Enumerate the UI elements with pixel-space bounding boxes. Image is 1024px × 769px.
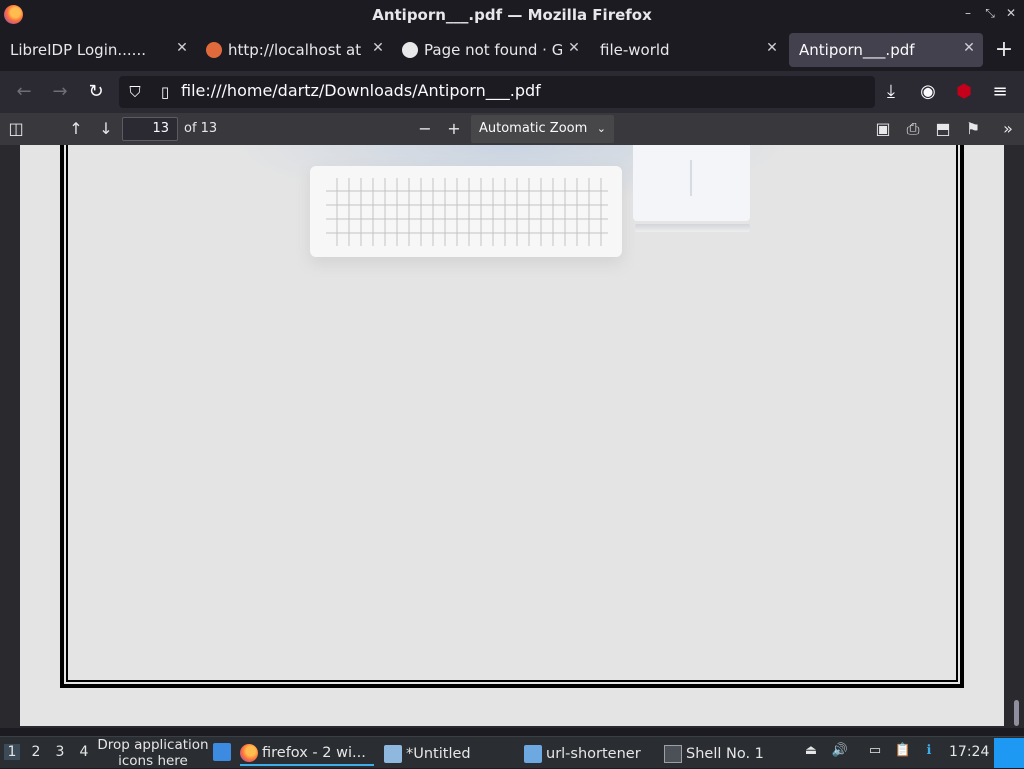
scrollbar-thumb[interactable] [1014, 700, 1019, 726]
tab-close-icon[interactable]: ✕ [961, 40, 977, 56]
tab-file-world[interactable]: file-world ✕ [590, 33, 786, 67]
close-window-button[interactable]: ✕ [1004, 6, 1018, 20]
page-icon[interactable]: ▯ [153, 80, 177, 104]
launcher-drop-zone[interactable]: Drop application icons here [96, 737, 210, 769]
task-firefox[interactable]: firefox - 2 wi... [240, 742, 374, 766]
page-count: of 13 [184, 121, 218, 136]
duckduckgo-icon [206, 42, 222, 58]
notification-icon[interactable]: ℹ [920, 743, 938, 761]
task-label: *Untitled [406, 746, 471, 762]
tab-page-not-found[interactable]: Page not found · G ✕ [392, 33, 588, 67]
page-border-inner [66, 145, 958, 682]
eject-icon[interactable]: ⏏ [802, 743, 820, 761]
previous-page-icon[interactable]: ↑ [64, 117, 88, 141]
presentation-mode-icon[interactable]: ▣ [871, 117, 895, 141]
ublock-icon[interactable]: ⬢ [952, 80, 976, 104]
tab-label: Page not found · G [424, 41, 562, 59]
zoom-in-button[interactable]: + [442, 117, 466, 141]
github-icon [402, 42, 418, 58]
clock[interactable]: 17:24 [949, 744, 989, 760]
chevron-down-icon: ⌄ [596, 122, 606, 135]
workspace-1[interactable]: 1 [4, 744, 20, 760]
bookmark-icon[interactable]: ⚑ [961, 117, 985, 141]
folder-icon [524, 745, 542, 763]
tab-localhost[interactable]: http://localhost at [ ✕ [196, 33, 392, 67]
forward-icon[interactable]: → [48, 80, 72, 104]
tab-antiporn-pdf[interactable]: Antiporn___.pdf ✕ [789, 33, 983, 67]
drop-hint-line2: icons here [118, 753, 188, 769]
sidebar-toggle-icon[interactable]: ◫ [4, 117, 28, 141]
zoom-select-value: Automatic Zoom [479, 121, 588, 136]
drop-hint-line1: Drop application [97, 737, 209, 753]
task-label: url-shortener [546, 746, 641, 762]
extension-icon[interactable]: ◉ [916, 80, 940, 104]
tab-label: Antiporn___.pdf [799, 41, 915, 59]
tab-libreidp[interactable]: LibreIDP Login...... ✕ [0, 33, 196, 67]
window-title: Antiporn___.pdf — Mozilla Firefox [372, 5, 652, 24]
title-bar: Antiporn___.pdf — Mozilla Firefox – ⤡ ✕ [0, 0, 1024, 29]
task-shell[interactable]: Shell No. 1 [664, 742, 784, 766]
tab-close-icon[interactable]: ✕ [566, 40, 582, 56]
zoom-out-button[interactable]: − [413, 117, 437, 141]
task-url-shortener[interactable]: url-shortener [524, 742, 654, 766]
clipboard-icon[interactable]: 📋 [894, 743, 912, 761]
zoom-select[interactable]: Automatic Zoom ⌄ [471, 115, 614, 143]
shield-icon[interactable]: ⛉ [123, 80, 147, 104]
workspace-2[interactable]: 2 [28, 744, 44, 760]
firefox-logo-icon [4, 5, 23, 24]
minimize-button[interactable]: – [961, 6, 975, 20]
terminal-icon [664, 745, 682, 763]
save-icon[interactable]: ⬒ [931, 117, 955, 141]
workspace-4[interactable]: 4 [76, 744, 92, 760]
text-editor-icon [384, 745, 402, 763]
next-page-icon[interactable]: ↓ [94, 117, 118, 141]
print-icon[interactable]: ⎙ [901, 117, 925, 141]
app-launcher-icon[interactable] [994, 738, 1024, 768]
tab-label: http://localhost at [ [228, 41, 366, 59]
tab-close-icon[interactable]: ✕ [370, 40, 386, 56]
url-input[interactable]: file:///home/dartz/Downloads/Antiporn___… [181, 81, 541, 100]
tab-close-icon[interactable]: ✕ [764, 40, 780, 56]
tab-strip: LibreIDP Login...... ✕ http://localhost … [0, 29, 1024, 71]
new-tab-button[interactable]: + [992, 37, 1016, 62]
workspace-3[interactable]: 3 [52, 744, 68, 760]
show-desktop-icon[interactable] [213, 743, 231, 761]
task-label: Shell No. 1 [686, 746, 764, 762]
page-number-input[interactable]: 13 [122, 117, 178, 141]
network-icon[interactable]: ▭ [866, 743, 884, 761]
more-tools-icon[interactable]: » [996, 117, 1020, 141]
maximize-button[interactable]: ⤡ [983, 6, 997, 21]
menu-icon[interactable]: ≡ [988, 80, 1012, 104]
task-untitled[interactable]: *Untitled [384, 742, 514, 766]
tab-label: LibreIDP Login...... [10, 41, 146, 59]
reload-icon[interactable]: ↻ [84, 80, 108, 104]
firefox-icon [240, 744, 258, 762]
task-label: firefox - 2 wi... [262, 745, 366, 761]
back-icon[interactable]: ← [12, 80, 36, 104]
tab-close-icon[interactable]: ✕ [174, 40, 190, 56]
tab-label: file-world [600, 41, 670, 59]
download-icon[interactable]: ⤓ [879, 80, 903, 104]
volume-icon[interactable]: 🔊 [831, 743, 849, 761]
